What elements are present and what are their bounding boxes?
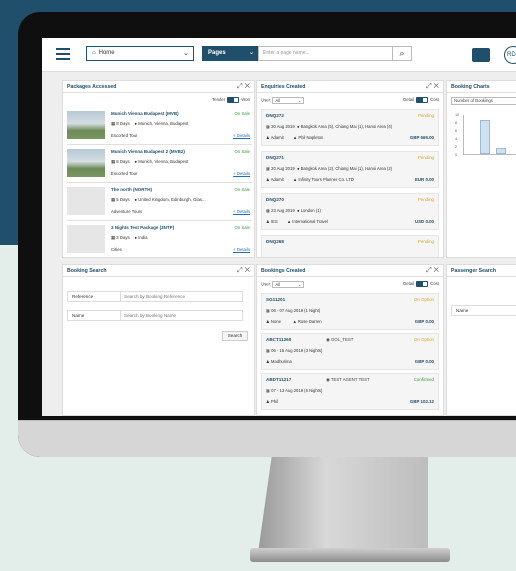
expand-close-icon[interactable]: ⤢ ✕ [237, 81, 250, 93]
screen: ⌂ Home ⌄ Pages ⌄ Enter a page name... ⌕ RD … [42, 38, 516, 416]
panel-title: Booking Charts [451, 84, 490, 90]
list-item[interactable]: SG11201 On Option ▦ 06 - 07 Aug 2019 (1 N… [261, 293, 439, 330]
monitor-chin [18, 420, 516, 457]
pages-dropdown[interactable]: Pages ⌄ [202, 46, 258, 61]
panel-title: Enquiries Created [261, 84, 306, 90]
chevron-down-icon: ⌄ [183, 50, 189, 57]
menu-icon[interactable] [56, 48, 70, 60]
image-placeholder-icon [67, 225, 105, 253]
chart-bar [496, 148, 506, 154]
list-item[interactable]: Munich Vienna Budapest (MVB) On Sale ▦ 8… [67, 109, 252, 145]
chart-type-select[interactable]: Number of Bookings [451, 97, 516, 105]
panel-title: Packages Accessed [67, 84, 117, 90]
detail-cost-toggle[interactable] [416, 97, 429, 103]
booking-search-panel: Booking Search ⤢ ✕ Reference Search by Boo… [62, 264, 255, 416]
package-image [67, 111, 105, 139]
list-item[interactable]: ABCT11260 On Option ▦ 06 - 15 Aug 2019 (3… [261, 333, 439, 370]
bar-chart [463, 115, 516, 155]
expand-close-icon[interactable]: ⤢ ✕ [426, 81, 439, 93]
passenger-name-field[interactable]: Name [451, 305, 516, 316]
detail-cost-toggle[interactable] [416, 281, 429, 287]
home-icon: ⌂ [92, 50, 96, 56]
panel-title: Bookings Created [261, 268, 306, 274]
monitor-base [250, 548, 450, 562]
list-item[interactable]: 3 Nights Test Package (3NTP) On Sale ▦ 3… [67, 223, 252, 257]
package-image [67, 149, 105, 177]
search-icon[interactable]: ⌕ [392, 46, 412, 61]
page-search-input[interactable]: Enter a page name... [258, 46, 398, 61]
name-field[interactable]: Name Search by Booking Name [67, 310, 243, 321]
image-placeholder-icon [67, 187, 105, 215]
home-select[interactable]: ⌂ Home ⌄ [86, 46, 194, 61]
booking-charts-panel: Booking Charts Number of Bookings 10 8 6… [446, 80, 516, 258]
panel-title: Passenger Search [451, 268, 496, 274]
folder-icon[interactable] [472, 48, 490, 62]
list-item[interactable]: DNQ268 Pending [261, 235, 439, 257]
list-item[interactable]: Munich Vienna Budapest 2 (MVB2) On Sale … [67, 147, 252, 183]
avatar[interactable]: RD [504, 46, 516, 64]
list-item[interactable]: The north (NORTH) On Sale ▦ 5 Days ● Uni… [67, 185, 252, 221]
list-item[interactable]: DNQ271 Pending ▦ 20 Aug 2019 ● Bangkok Ar… [261, 151, 439, 188]
list-item[interactable]: ABDT11217 Confirmed ▦ 07 - 13 Aug 2019 (6… [261, 373, 439, 410]
user-select[interactable]: All ⌄ [272, 97, 305, 104]
packages-accessed-panel: Packages Accessed ⤢ ✕ Tender Won Munich Vi… [62, 80, 255, 258]
search-button[interactable]: Search [222, 331, 248, 341]
chevron-down-icon: ⌄ [248, 50, 254, 56]
list-item[interactable]: DNQ272 Pending ▦ 30 Aug 2019 ● Bangkok Ar… [261, 109, 439, 146]
expand-close-icon[interactable]: ⤢ ✕ [237, 265, 250, 277]
enquiries-created-panel: Enquiries Created ⤢ ✕ User: All ⌄ Detail Co… [256, 80, 444, 258]
list-item[interactable]: DNQ270 Pending ▦ 23 Aug 2019 ● London (1)… [261, 193, 439, 230]
panel-title: Booking Search [67, 268, 107, 274]
chart-bar [480, 120, 490, 154]
top-bar: ⌂ Home ⌄ Pages ⌄ Enter a page name... ⌕ RD [42, 38, 516, 72]
expand-close-icon[interactable]: ⤢ ✕ [426, 265, 439, 277]
monitor-stand [258, 457, 428, 553]
reference-field[interactable]: Reference Search by Booking Reference [67, 291, 243, 302]
passenger-search-panel: Passenger Search Name [446, 264, 516, 416]
user-select[interactable]: All ⌄ [272, 281, 305, 288]
bookings-created-panel: Bookings Created ⤢ ✕ User: All ⌄ Detail Cos… [256, 264, 444, 416]
tender-won-toggle[interactable] [227, 97, 240, 103]
